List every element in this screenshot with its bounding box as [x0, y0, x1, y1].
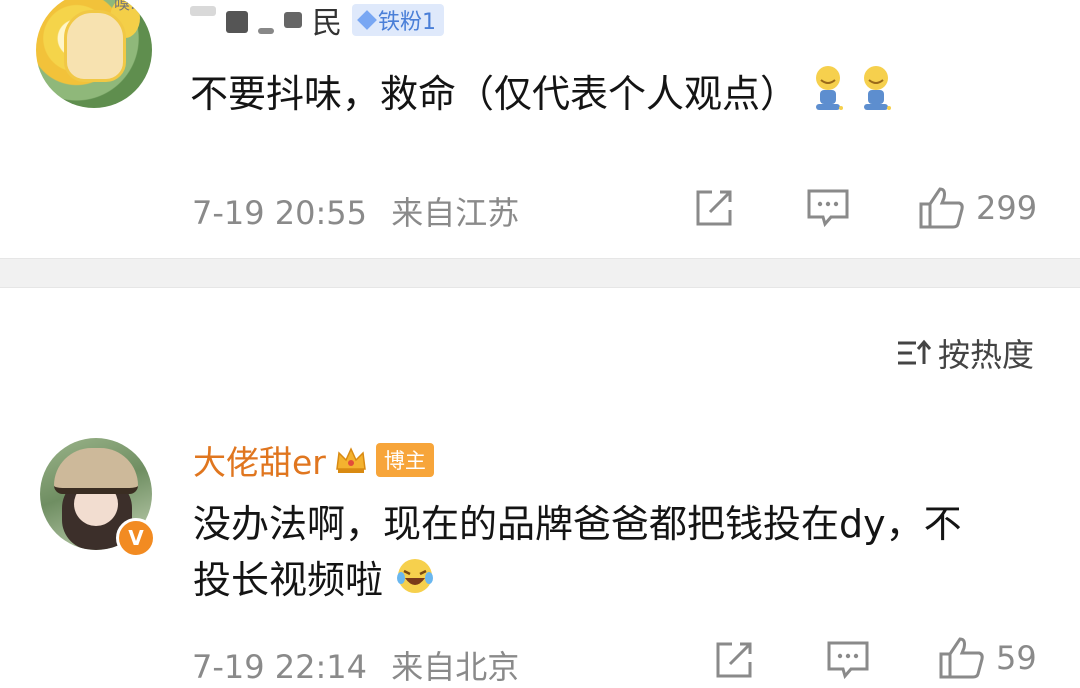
comment-icon [807, 189, 849, 228]
section-divider [0, 258, 1080, 288]
comment-text: 不要抖味，救命（仅代表个人观点） [190, 64, 894, 129]
blurred-name [190, 6, 216, 16]
laughing-crying-emoji-icon [395, 555, 435, 611]
username[interactable]: 大佬甜er 博主 [193, 436, 434, 484]
crown-icon [334, 445, 368, 475]
location: 来自北京 [391, 648, 520, 686]
blogger-badge: 博主 [375, 443, 434, 477]
location: 来自江苏 [391, 194, 520, 232]
comment-button[interactable] [806, 188, 850, 228]
comment-icon [827, 641, 869, 680]
like-button[interactable]: 299 [918, 186, 1037, 230]
sort-icon [897, 339, 932, 365]
kneeling-emoji-icon [810, 64, 846, 129]
share-button[interactable] [694, 188, 734, 228]
diamond-icon [357, 10, 377, 30]
sort-toggle[interactable]: 按热度 [896, 330, 1034, 376]
share-icon [696, 190, 732, 226]
avatar[interactable]: 嗅: [36, 0, 152, 108]
like-icon [919, 187, 964, 229]
like-count: 299 [976, 189, 1038, 227]
like-button[interactable]: 59 [938, 636, 1037, 680]
sort-label: 按热度 [937, 336, 1034, 374]
avatar-tag: 嗅: [114, 0, 136, 13]
share-icon [716, 642, 752, 678]
username-tail: 民 [312, 6, 342, 41]
verified-badge: V [116, 518, 156, 558]
comment-button[interactable] [826, 640, 870, 680]
comment-meta: 7-19 22:14 来自北京 [192, 642, 519, 688]
username-text: 大佬甜er [193, 443, 326, 482]
username[interactable]: 民 铁粉1 [190, 0, 444, 41]
timestamp: 7-19 20:55 [192, 194, 368, 232]
share-button[interactable] [714, 640, 754, 680]
like-icon [939, 637, 984, 679]
timestamp: 7-19 22:14 [192, 648, 368, 686]
like-count: 59 [996, 639, 1037, 677]
comment-text: 没办法啊，现在的品牌爸爸都把钱投在dy，不投长视频啦 [193, 496, 993, 611]
kneeling-emoji-icon [858, 64, 894, 129]
fans-badge: 铁粉1 [352, 4, 444, 36]
comment-meta: 7-19 20:55 来自江苏 [192, 188, 519, 234]
